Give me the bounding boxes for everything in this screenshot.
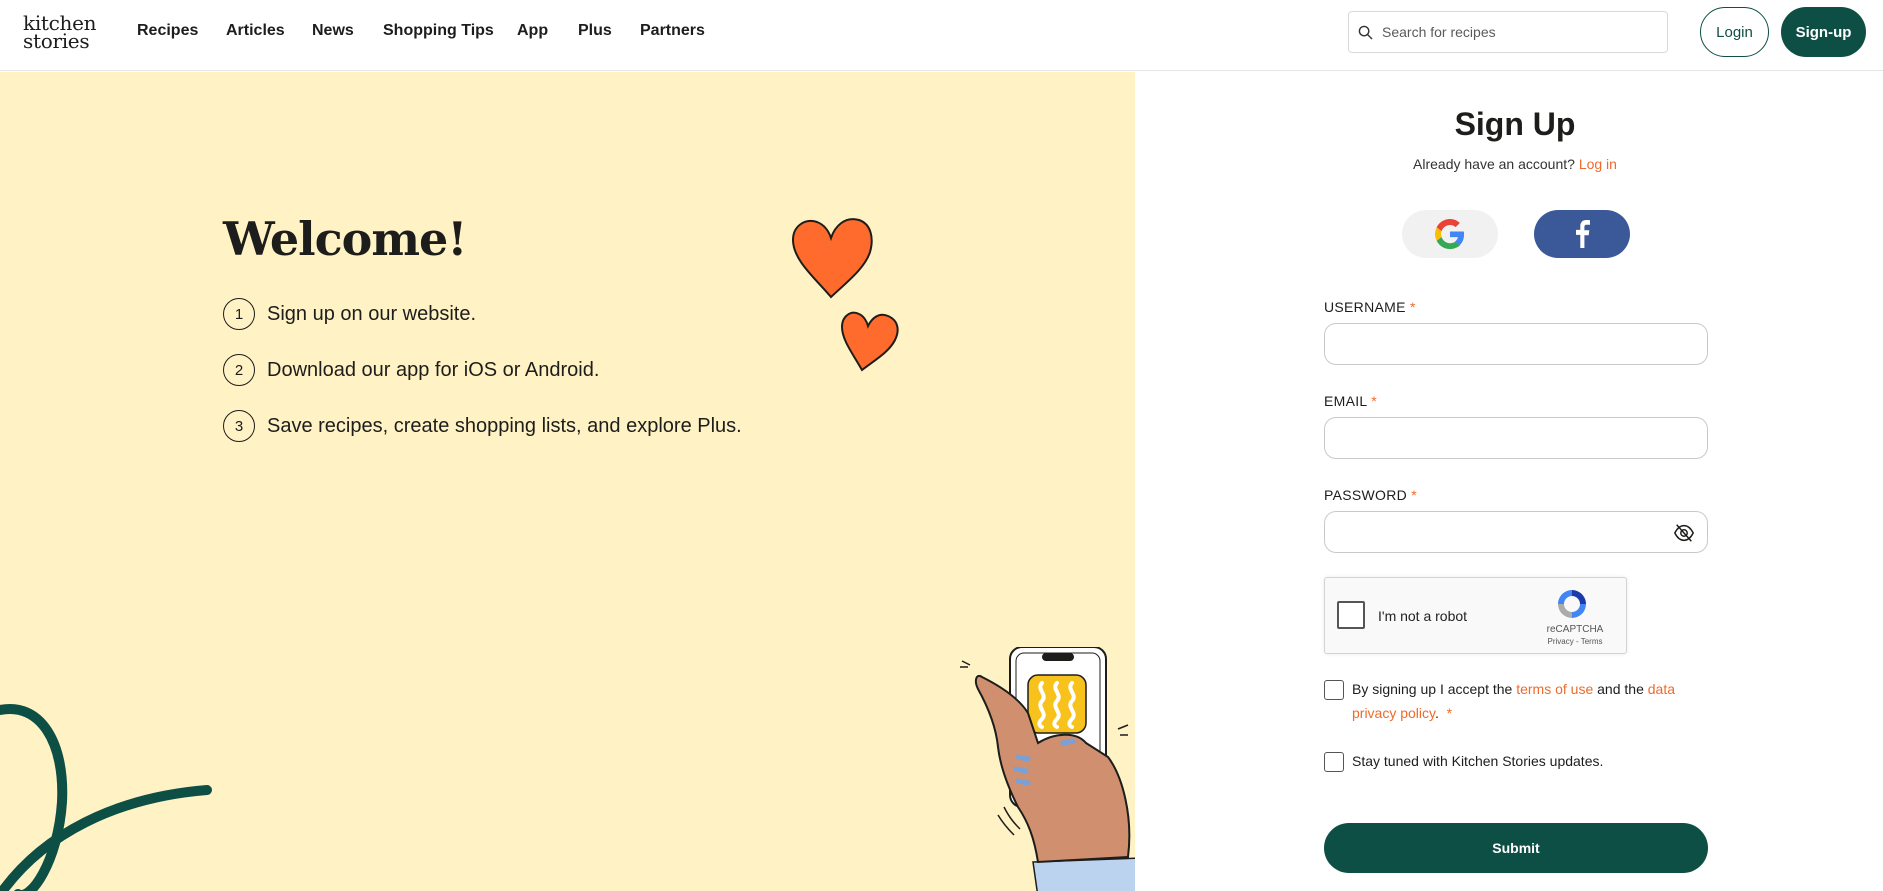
have-account-text: Already have an account? Log in [1135,156,1883,172]
email-label: EMAIL * [1324,393,1377,409]
phone-hand-illustration [960,647,1135,891]
required-mark: * [1446,705,1453,721]
submit-button[interactable]: Submit [1324,823,1708,873]
recaptcha-privacy-terms[interactable]: Privacy - Terms [1525,637,1625,646]
email-input[interactable] [1325,418,1707,458]
recaptcha-widget: I'm not a robot reCAPTCHA Privacy - Term… [1324,577,1627,654]
kitchen-stories-logo[interactable]: kitchen stories [23,13,97,53]
login-link[interactable]: Log in [1579,156,1617,172]
step-item: 2 Download our app for iOS or Android. [223,354,742,386]
steps-list: 1 Sign up on our website. 2 Download our… [223,298,742,466]
signup-form: Sign Up Already have an account? Log in … [1135,72,1883,891]
swirl-decoration [0,704,212,891]
terms-of-use-link[interactable]: terms of use [1516,681,1593,697]
email-label-text: EMAIL [1324,393,1367,409]
step-text: Save recipes, create shopping lists, and… [267,414,742,437]
google-icon [1435,219,1465,249]
nav-news[interactable]: News [312,22,383,40]
hearts-illustration [791,218,899,372]
signup-button[interactable]: Sign-up [1781,7,1866,57]
username-label: USERNAME * [1324,299,1416,315]
email-field[interactable] [1324,417,1708,459]
nav-articles[interactable]: Articles [226,22,312,40]
have-account-label: Already have an account? [1413,156,1575,172]
nav-app[interactable]: App [517,22,578,40]
search-input[interactable] [1382,24,1652,40]
required-mark: * [1371,393,1377,409]
terms-pre: By signing up I accept the [1352,681,1513,697]
username-field[interactable] [1324,323,1708,365]
eye-off-icon[interactable] [1673,522,1695,544]
facebook-signup-button[interactable] [1534,210,1630,258]
recaptcha-label: I'm not a robot [1378,608,1468,624]
main-nav: Recipes Articles News Shopping Tips App … [137,22,720,40]
facebook-icon [1576,220,1590,248]
recaptcha-checkbox[interactable] [1337,601,1365,629]
nav-plus[interactable]: Plus [578,22,640,40]
logo-line-2: stories [23,29,90,53]
step-item: 3 Save recipes, create shopping lists, a… [223,410,742,442]
welcome-panel: Welcome! 1 Sign up on our website. 2 Dow… [0,72,1135,891]
step-text: Sign up on our website. [267,302,477,325]
password-label-text: PASSWORD [1324,487,1408,503]
terms-text: By signing up I accept the terms of use … [1352,677,1712,725]
login-button[interactable]: Login [1700,7,1769,57]
required-mark: * [1409,299,1416,315]
recaptcha-brand: reCAPTCHA [1546,624,1604,635]
password-label: PASSWORD * [1324,487,1417,503]
password-input[interactable] [1325,512,1707,552]
welcome-title: Welcome! [223,212,467,266]
username-label-text: USERNAME [1324,299,1406,315]
step-number: 3 [223,410,255,442]
step-number: 2 [223,354,255,386]
step-number: 1 [223,298,255,330]
nav-recipes[interactable]: Recipes [137,22,226,40]
heart-small-icon [840,311,899,372]
terms-checkbox[interactable] [1324,680,1344,700]
nav-partners[interactable]: Partners [640,22,720,40]
terms-post: . [1435,705,1439,721]
username-input[interactable] [1325,324,1707,364]
newsletter-text: Stay tuned with Kitchen Stories updates. [1352,753,1604,769]
signup-title: Sign Up [1454,106,1576,142]
password-field[interactable] [1324,511,1708,553]
terms-mid: and the [1597,681,1644,697]
google-signup-button[interactable] [1402,210,1498,258]
newsletter-checkbox[interactable] [1324,752,1344,772]
nav-shopping-tips[interactable]: Shopping Tips [383,22,517,40]
required-mark: * [1411,487,1417,503]
step-text: Download our app for iOS or Android. [267,358,600,381]
search-box[interactable] [1348,11,1668,53]
recaptcha-icon [1558,590,1586,618]
heart-large-icon [791,218,873,299]
site-header: kitchen stories Recipes Articles News Sh… [0,0,1883,71]
search-icon [1358,25,1373,39]
step-item: 1 Sign up on our website. [223,298,742,330]
